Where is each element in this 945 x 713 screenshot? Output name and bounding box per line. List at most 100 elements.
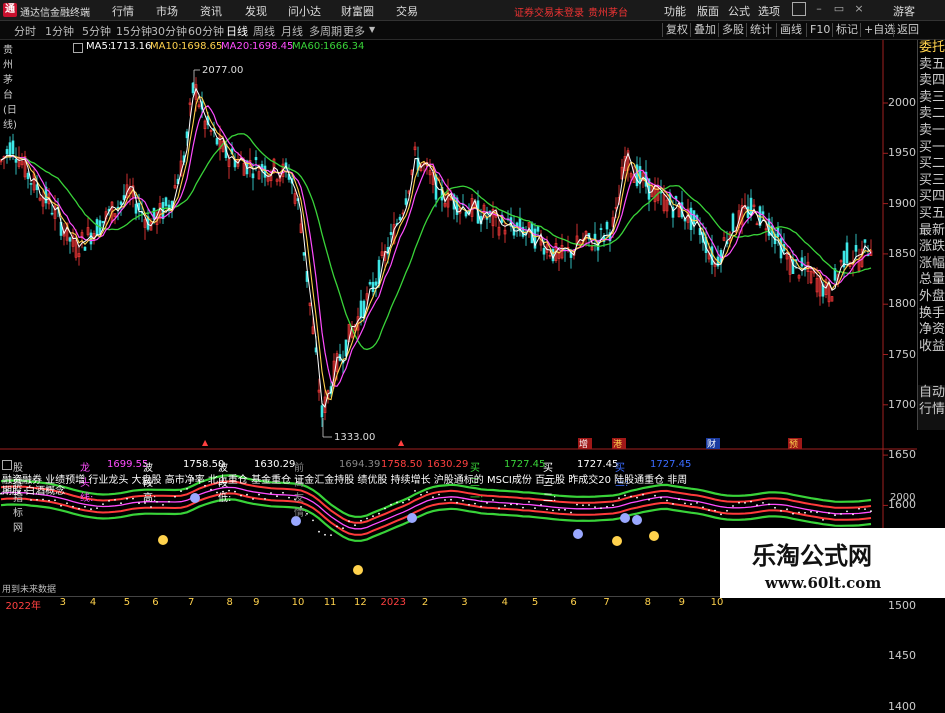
side-panel-item[interactable]: 委托 (918, 40, 945, 57)
indicator-dot (66, 502, 68, 505)
menu-fortune[interactable]: 财富圈 (341, 3, 374, 19)
f10-button[interactable]: F10 (806, 23, 833, 37)
y-tick-label: 1850 (888, 246, 916, 260)
indicator-dot (456, 501, 458, 504)
indicator-dot (774, 506, 776, 509)
signal-face-icon (353, 565, 363, 575)
menu-layout[interactable]: 版面 (697, 3, 719, 19)
indicator-dot (684, 502, 686, 505)
signal-face-icon (632, 515, 642, 525)
menu-formula[interactable]: 公式 (728, 3, 750, 19)
indicator-dot (396, 501, 398, 504)
indicator-dot (96, 507, 98, 509)
side-panel-item[interactable]: 换手 (918, 306, 945, 323)
side-panel-item[interactable]: 卖一 (918, 123, 945, 140)
indicator-dot (390, 503, 392, 506)
period-tab[interactable]: 分时 (14, 23, 36, 39)
x-tick-label: 3 (461, 597, 468, 608)
multi-stock-button[interactable]: 多股 (718, 23, 747, 37)
side-panel-item[interactable]: 买二 (918, 156, 945, 173)
minimize-icon[interactable]: – (812, 2, 826, 16)
menu-trade[interactable]: 交易 (396, 3, 418, 19)
account-label[interactable]: 游客 (893, 3, 915, 19)
side-panel-item[interactable]: 卖二 (918, 106, 945, 123)
menu-info[interactable]: 资讯 (200, 3, 222, 19)
close-icon[interactable]: × (852, 2, 866, 16)
menu-function[interactable]: 功能 (664, 3, 686, 19)
period-tab[interactable]: 30分钟 (151, 23, 187, 39)
chevron-down-icon[interactable]: ▼ (369, 25, 375, 34)
candle-body (749, 197, 753, 214)
x-tick-label: 9 (678, 597, 685, 608)
side-panel-item[interactable]: 涨幅 (918, 256, 945, 273)
side-panel-item[interactable]: 买一 (918, 140, 945, 157)
x-tick-label: 4 (89, 597, 97, 608)
period-tab[interactable]: 1分钟 (45, 23, 74, 39)
x-tick-label: 2022年 (5, 601, 41, 612)
message-icon[interactable] (792, 2, 806, 16)
side-panel-item[interactable]: 净资 (918, 322, 945, 339)
restore-icon[interactable]: ▭ (832, 2, 846, 16)
auto-button[interactable]: 自动 (918, 385, 945, 402)
period-tab-daily[interactable]: 日线 (226, 23, 248, 39)
indicator-dot (342, 527, 344, 530)
candle-body (251, 173, 255, 179)
period-tab[interactable]: 5分钟 (82, 23, 111, 39)
signal-face-icon (649, 531, 659, 541)
menu-options[interactable]: 选项 (758, 3, 780, 19)
stats-button[interactable]: 统计 (746, 23, 775, 37)
back-button[interactable]: 返回 (893, 23, 922, 37)
candle-body (605, 221, 609, 230)
candle-body (389, 232, 393, 235)
indicator-dot (366, 517, 368, 520)
side-panel-item[interactable]: 卖四 (918, 73, 945, 90)
candle-body (692, 210, 696, 224)
candle-body (761, 211, 765, 215)
y-tick-label: 1800 (888, 297, 916, 311)
period-tab[interactable]: 60分钟 (188, 23, 224, 39)
menu-discover[interactable]: 发现 (245, 3, 267, 19)
overlay-button[interactable]: 叠加 (690, 23, 719, 37)
indicator-dot (444, 499, 446, 501)
side-panel-item[interactable]: 卖五 (918, 57, 945, 74)
indicator-dot (690, 503, 692, 506)
side-panel-item[interactable]: 收益 (918, 339, 945, 356)
side-panel-item[interactable]: 卖三 (918, 90, 945, 107)
login-warning[interactable]: 证券交易未登录 (514, 4, 584, 19)
candle-body (185, 131, 189, 139)
kline-chart[interactable]: 2077.00 1333.00 ▲ ▲ 增 港 财 预 (0, 40, 917, 596)
watermark-title: 乐淘公式网 (752, 541, 872, 570)
adjust-button[interactable]: 复权 (662, 23, 691, 37)
quotes-button[interactable]: 行情 (918, 402, 945, 419)
x-tick-label: 10 (291, 597, 305, 608)
side-panel-item[interactable]: 买三 (918, 173, 945, 190)
period-tab[interactable]: 周线 (253, 23, 275, 39)
y-tick-label: 1450 (888, 649, 916, 663)
indicator-dot (126, 497, 128, 500)
title-bar: 通 通达信金融终端 行情 市场 资讯 发现 问小达 财富圈 交易 证券交易未登录… (0, 0, 945, 21)
menu-wenxiaoda[interactable]: 问小达 (288, 3, 321, 19)
side-panel-item[interactable]: 买四 (918, 189, 945, 206)
y-tick-label: 1650 (888, 448, 916, 462)
indicator-dot (714, 509, 716, 512)
side-panel-item[interactable]: 最新 (918, 223, 945, 240)
period-tab[interactable]: 多周期 (309, 23, 342, 39)
period-tab[interactable]: 15分钟 (116, 23, 152, 39)
period-tab[interactable]: 月线 (281, 23, 303, 39)
ma5-line (0, 87, 872, 409)
mark-button[interactable]: 标记 (832, 23, 861, 37)
menu-quotes[interactable]: 行情 (112, 3, 134, 19)
side-panel-item[interactable]: 总量 (918, 272, 945, 289)
side-panel-item[interactable]: 买五 (918, 206, 945, 223)
indicator-dot (324, 533, 326, 536)
side-panel-item[interactable]: 涨跌 (918, 239, 945, 256)
indicator-dot (486, 502, 488, 504)
period-more[interactable]: 更多 (343, 23, 365, 39)
menu-market[interactable]: 市场 (156, 3, 178, 19)
draw-line-button[interactable]: 画线 (776, 23, 805, 37)
event-arrow-icon: ▲ (202, 438, 209, 447)
indicator-settings-icon[interactable] (2, 460, 12, 470)
candle-body (134, 203, 138, 214)
side-panel-item[interactable]: 外盘 (918, 289, 945, 306)
candle-body (5, 149, 9, 155)
